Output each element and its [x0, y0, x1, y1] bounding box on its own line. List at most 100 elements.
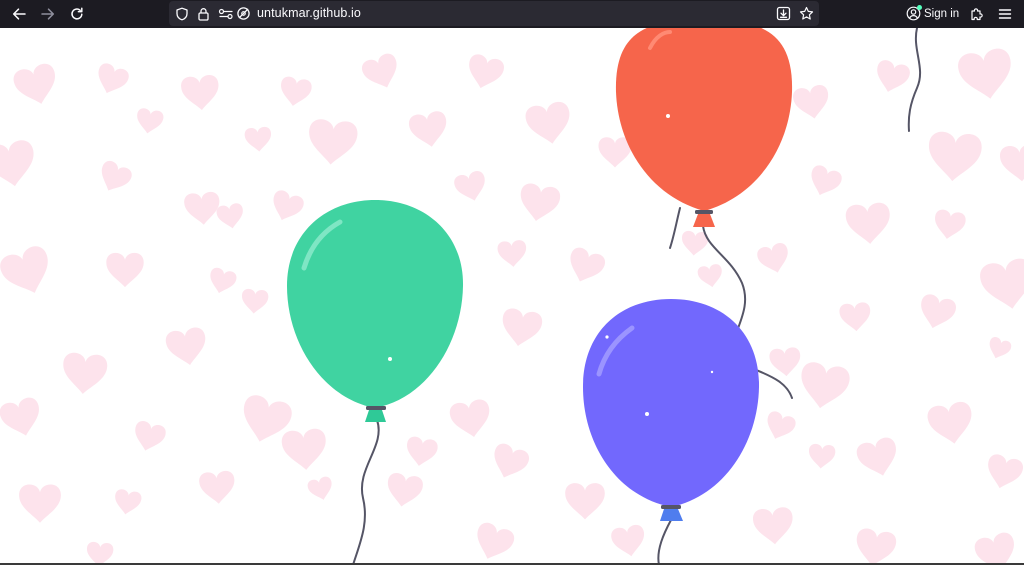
heart-decoration: [982, 452, 1024, 493]
forward-button[interactable]: [36, 2, 60, 26]
heart-decoration: [183, 191, 222, 227]
sparkle-dot: [605, 335, 609, 339]
heart-decoration: [112, 488, 143, 517]
url-text[interactable]: untukmar.github.io: [257, 6, 361, 20]
heart-decoration: [130, 419, 168, 455]
heart-decoration: [805, 163, 844, 201]
green-balloon-body: [287, 200, 464, 408]
browser-toolbar: untukmar.github.io Sign in: [0, 0, 1024, 28]
heart-decoration: [11, 61, 62, 110]
purple-balloon-knot-cap: [661, 505, 681, 509]
heart-decoration: [768, 346, 802, 378]
tracking-protection-button[interactable]: [173, 5, 190, 22]
offscreen-balloon-string: [907, 28, 922, 132]
heart-decoration: [469, 520, 517, 565]
save-page-button[interactable]: [775, 5, 792, 22]
sign-in-button[interactable]: Sign in: [901, 2, 961, 26]
tracking-blocked-button[interactable]: [235, 5, 252, 22]
heart-decoration: [267, 188, 306, 226]
heart-decoration: [180, 74, 221, 112]
heart-decoration: [164, 325, 210, 369]
heart-decoration: [244, 126, 273, 153]
heart-decoration: [807, 443, 836, 470]
eye-off-icon: [237, 7, 250, 20]
heart-decoration: [60, 351, 109, 396]
extensions-button[interactable]: [965, 2, 989, 26]
heart-decoration: [384, 471, 425, 510]
heart-decoration: [306, 475, 336, 503]
url-bar[interactable]: untukmar.github.io: [169, 1, 819, 26]
download-icon: [776, 6, 791, 21]
heart-decoration: [854, 435, 903, 481]
heart-decoration: [496, 239, 528, 269]
bookmark-button[interactable]: [798, 5, 815, 22]
heart-decoration: [978, 256, 1024, 314]
green-balloon[interactable]: [287, 200, 464, 422]
heart-decoration: [206, 266, 238, 297]
green-balloon-knot: [365, 410, 386, 422]
balloon-scene: [0, 28, 1024, 565]
purple-balloon-string: [657, 519, 672, 565]
heart-decoration: [925, 400, 977, 448]
red-balloon-string: [669, 207, 681, 249]
site-info-button[interactable]: [195, 5, 212, 22]
green-balloon-knot-cap: [366, 406, 386, 410]
shield-icon: [175, 7, 188, 20]
arrow-right-icon: [41, 8, 55, 20]
heart-decoration: [448, 397, 494, 441]
heart-decoration: [761, 409, 798, 444]
app-menu-button[interactable]: [993, 2, 1017, 26]
heart-decoration: [85, 541, 114, 565]
purple-balloon[interactable]: [583, 299, 760, 521]
heart-decoration: [280, 427, 329, 472]
heart-decoration: [92, 61, 131, 99]
notification-dot: [917, 5, 922, 10]
red-balloon-knot-cap: [695, 210, 713, 214]
heart-decoration: [838, 301, 872, 333]
permissions-button[interactable]: [217, 5, 234, 22]
heart-decoration: [999, 143, 1024, 184]
reload-button[interactable]: [65, 2, 89, 26]
heart-decoration: [403, 435, 439, 469]
heart-decoration: [755, 241, 793, 277]
heart-decoration: [134, 107, 165, 136]
star-icon: [799, 6, 814, 20]
heart-decoration: [407, 109, 451, 151]
heart-decoration: [215, 202, 246, 231]
heart-decoration: [972, 530, 1021, 565]
reload-icon: [71, 7, 83, 20]
heart-decoration: [985, 335, 1013, 362]
heart-decoration: [791, 83, 832, 122]
hearts-background: [0, 46, 1024, 565]
heart-decoration: [106, 252, 144, 288]
heart-decoration: [752, 506, 795, 547]
sparkle-dot: [388, 357, 392, 361]
heart-decoration: [452, 169, 490, 205]
heart-decoration: [925, 130, 983, 184]
purple-balloon-knot: [660, 509, 683, 521]
heart-decoration: [565, 483, 605, 520]
heart-decoration: [0, 395, 46, 441]
heart-decoration: [931, 208, 967, 242]
purple-balloon-body: [583, 299, 760, 507]
heart-decoration: [696, 263, 725, 290]
puzzle-icon: [971, 8, 983, 21]
heart-decoration: [306, 118, 359, 167]
red-balloon[interactable]: [615, 28, 793, 227]
heart-decoration: [463, 52, 506, 93]
heart-decoration: [844, 201, 893, 246]
back-button[interactable]: [7, 2, 31, 26]
heart-decoration: [487, 441, 532, 484]
red-balloon-body: [615, 28, 793, 211]
heart-decoration: [563, 245, 608, 288]
heart-decoration: [872, 58, 912, 97]
lock-icon: [198, 7, 209, 21]
heart-decoration: [359, 51, 404, 94]
heart-decoration: [277, 75, 313, 109]
sparkle-dot: [666, 114, 670, 118]
green-balloon-string: [352, 419, 380, 565]
heart-decoration: [498, 306, 544, 350]
page-viewport: [0, 28, 1024, 565]
heart-decoration: [852, 526, 898, 565]
heart-decoration: [516, 181, 562, 225]
